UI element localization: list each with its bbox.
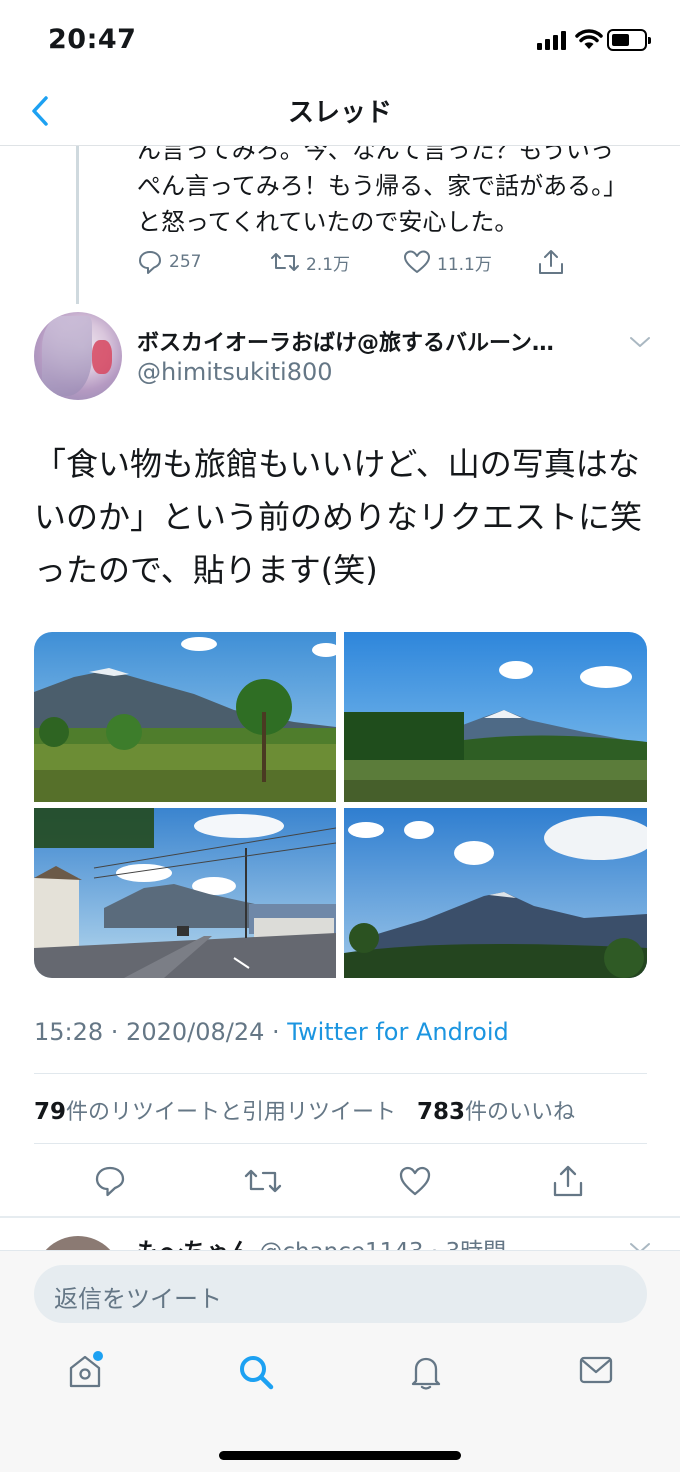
like-count: 11.1万 bbox=[437, 254, 492, 275]
display-name[interactable]: ボスカイオーラおばけ@旅するバルーン… bbox=[137, 325, 607, 357]
previous-tweet-text: ん言ってみろ。今、なんて言った？もういっぺん言ってみろ！もう帰る、家で話がある。… bbox=[137, 146, 628, 236]
tweet-photo[interactable] bbox=[344, 808, 647, 978]
notifications-icon[interactable] bbox=[408, 1353, 444, 1391]
next-reply[interactable]: も〜ちゃん @chance1143 · 3時間 bbox=[0, 1218, 680, 1252]
heart-icon[interactable] bbox=[398, 1164, 432, 1198]
reply-input[interactable]: 返信をツイート bbox=[34, 1265, 647, 1323]
tweet-text: 「食い物も旅館もいいけど、山の写真はないのか」という前のめりなリクエストに笑った… bbox=[34, 445, 643, 589]
tweet-photo[interactable] bbox=[344, 632, 647, 802]
tweet-timestamp-line: 15:28 · 2020/08/24 · Twitter for Android bbox=[34, 1018, 509, 1046]
new-content-indicator bbox=[93, 1351, 103, 1361]
status-time: 20:47 bbox=[48, 24, 137, 55]
tweet-action-bar bbox=[0, 1160, 680, 1204]
avatar[interactable] bbox=[34, 312, 122, 400]
home-indicator[interactable] bbox=[219, 1451, 461, 1460]
thread-connector bbox=[76, 146, 79, 304]
status-bar: 20:47 bbox=[0, 0, 680, 80]
like-action[interactable]: 11.1万 bbox=[403, 247, 492, 277]
reply-action[interactable]: 257 bbox=[137, 247, 201, 277]
tweet-stats: 79件のリツイートと引用リツイート 783件のいいね bbox=[34, 1094, 575, 1126]
share-action[interactable] bbox=[537, 247, 571, 277]
reply-icon bbox=[139, 251, 161, 274]
previous-tweet-actions: 257 2.1万 11.1万 bbox=[137, 247, 577, 277]
tweet-photo[interactable] bbox=[34, 632, 336, 802]
navigation-bar: スレッド bbox=[0, 80, 680, 146]
divider bbox=[34, 1143, 647, 1144]
user-handle[interactable]: @himitsukiti800 bbox=[137, 358, 333, 386]
retweet-icon bbox=[271, 253, 299, 271]
page-title: スレッド bbox=[287, 98, 392, 128]
retweet-label: 件のリツイートと引用リツイート bbox=[66, 1100, 397, 1125]
tweet-photo[interactable] bbox=[34, 808, 336, 978]
like-stat[interactable]: 783件のいいね bbox=[417, 1099, 576, 1125]
retweet-count: 2.1万 bbox=[306, 254, 351, 275]
like-label: 件のいいね bbox=[465, 1100, 576, 1125]
heart-icon bbox=[404, 250, 430, 273]
retweet-icon[interactable] bbox=[243, 1164, 283, 1198]
wifi-icon bbox=[575, 29, 603, 49]
photo-grid bbox=[34, 632, 647, 978]
previous-tweet[interactable]: ん言ってみろ。今、なんて言った？もういっぺん言ってみろ！もう帰る、家で話がある。… bbox=[0, 146, 680, 306]
reply-placeholder: 返信をツイート bbox=[54, 1285, 222, 1313]
battery-icon bbox=[607, 29, 651, 51]
tweet-timestamp: 15:28 · 2020/08/24 · bbox=[34, 1018, 288, 1046]
retweet-total: 79 bbox=[34, 1099, 67, 1125]
chevron-down-icon[interactable] bbox=[627, 332, 653, 352]
share-icon bbox=[539, 250, 563, 274]
client-link[interactable]: Twitter for Android bbox=[287, 1018, 508, 1046]
search-icon[interactable] bbox=[237, 1353, 275, 1391]
bottom-bar: 返信をツイート bbox=[0, 1250, 680, 1472]
reply-count: 257 bbox=[169, 252, 202, 272]
reply-icon[interactable] bbox=[93, 1164, 127, 1198]
retweet-action[interactable]: 2.1万 bbox=[270, 247, 350, 277]
messages-icon[interactable] bbox=[578, 1353, 614, 1387]
share-icon[interactable] bbox=[551, 1164, 585, 1198]
divider bbox=[34, 1073, 647, 1074]
cellular-signal-icon bbox=[537, 30, 567, 50]
retweet-stat[interactable]: 79件のリツイートと引用リツイート bbox=[34, 1099, 397, 1125]
like-total: 783 bbox=[417, 1099, 466, 1125]
